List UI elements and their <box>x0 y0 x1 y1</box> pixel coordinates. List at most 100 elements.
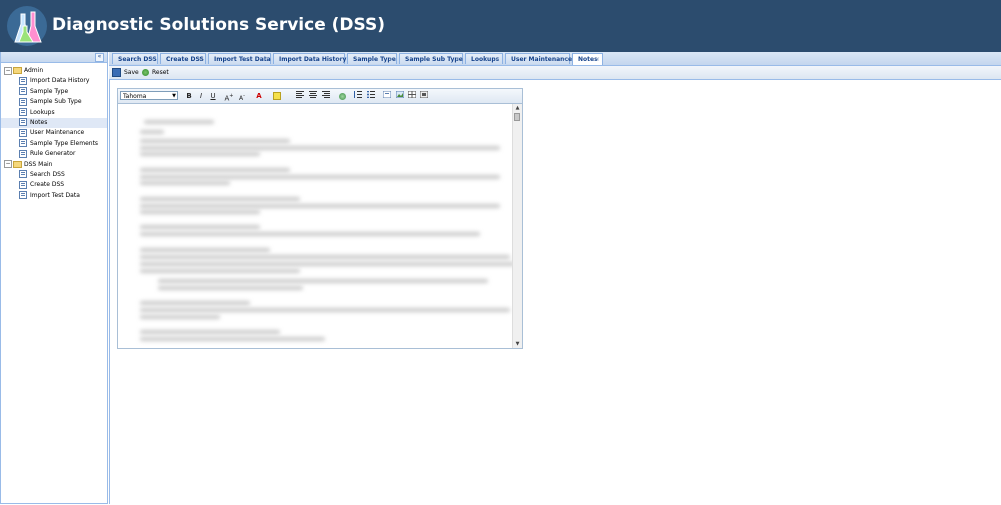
tab-user-maintenance[interactable]: User Maintenance × <box>505 53 572 65</box>
tree-item-sample-type-elements[interactable]: Sample Type Elements <box>1 139 107 149</box>
blurred-text-line <box>140 197 300 201</box>
tree-item-sample-sub-type[interactable]: Sample Sub Type <box>1 97 107 107</box>
blurred-text-line <box>140 152 260 156</box>
page-icon <box>19 97 27 106</box>
tab-import-test-data[interactable]: Import Test Data × <box>208 53 271 64</box>
tab-lookups[interactable]: Lookups × <box>465 53 503 64</box>
highlight-color-icon[interactable] <box>272 91 282 101</box>
tree-item-label: Import Test Data <box>30 191 80 199</box>
page-icon <box>19 149 27 158</box>
editor-content[interactable] <box>118 104 514 348</box>
save-button[interactable]: Save <box>112 68 139 77</box>
page-icon <box>19 87 27 96</box>
blurred-text-line <box>140 262 514 266</box>
tree-item-label: Lookups <box>30 108 55 116</box>
link-icon[interactable] <box>337 91 347 101</box>
tree-item-lookups[interactable]: Lookups <box>1 108 107 118</box>
blurred-text-line <box>140 330 280 334</box>
flask-logo-icon <box>7 6 47 46</box>
scroll-up-icon[interactable]: ▲ <box>513 104 522 112</box>
source-icon[interactable] <box>419 90 429 101</box>
blurred-text-line <box>144 120 214 124</box>
ordered-list-icon[interactable] <box>353 91 363 101</box>
folder-icon <box>13 67 22 74</box>
scroll-down-icon[interactable]: ▼ <box>513 340 522 348</box>
collapse-toggle-icon[interactable]: − <box>4 160 12 169</box>
close-tab-icon[interactable]: × <box>455 54 460 65</box>
align-left-icon[interactable] <box>295 91 305 101</box>
tree-item-rule-generator[interactable]: Rule Generator <box>1 149 107 159</box>
page-toolbar: Save Reset <box>109 66 1001 80</box>
grow-font-button[interactable]: A+ <box>224 91 234 102</box>
italic-button[interactable]: I <box>196 91 206 101</box>
tree-item-notes[interactable]: Notes <box>1 117 107 129</box>
close-tab-icon[interactable]: × <box>562 54 567 65</box>
tree-item-search-dss[interactable]: Search DSS <box>1 170 107 180</box>
blurred-text-line <box>140 204 500 208</box>
blurred-text-line <box>140 175 500 179</box>
blurred-text-line <box>158 279 488 283</box>
close-tab-icon[interactable]: × <box>198 54 203 65</box>
close-tab-icon[interactable]: × <box>495 54 500 65</box>
page-icon <box>19 191 27 200</box>
tab-sample-sub-type[interactable]: Sample Sub Type × <box>399 53 463 64</box>
blurred-text-line <box>140 255 510 259</box>
save-icon <box>112 68 121 77</box>
table-icon[interactable] <box>407 90 417 101</box>
tree-folder-label: DSS Main <box>24 160 53 168</box>
tree-item-import-test-data[interactable]: Import Test Data <box>1 191 107 201</box>
tree-item-import-data-history[interactable]: Import Data History <box>1 76 107 86</box>
reset-label: Reset <box>152 69 169 76</box>
tree-folder-admin[interactable]: − Admin <box>1 66 107 76</box>
collapse-sidebar-button[interactable]: « <box>95 53 104 62</box>
blurred-text-line <box>140 139 290 143</box>
tab-import-data-history[interactable]: Import Data History × <box>273 53 346 65</box>
app-header: Diagnostic Solutions Service (DSS) <box>0 0 1001 52</box>
tree-item-label: Sample Sub Type <box>30 98 82 106</box>
tree-item-label: Create DSS <box>30 181 65 189</box>
font-select[interactable]: Tahoma ▼ <box>120 91 178 100</box>
tree-item-sample-type[interactable]: Sample Type <box>1 87 107 97</box>
save-label: Save <box>124 69 139 76</box>
page-icon <box>19 108 27 117</box>
close-tab-icon[interactable]: × <box>337 54 342 65</box>
tab-sample-type[interactable]: Sample Type × <box>347 53 397 64</box>
align-center-icon[interactable] <box>308 91 318 101</box>
tree-item-user-maintenance[interactable]: User Maintenance <box>1 128 107 138</box>
tree-folder-dss-main[interactable]: − DSS Main <box>1 160 107 170</box>
tree-item-label: User Maintenance <box>30 129 85 137</box>
blurred-text-line <box>140 315 220 319</box>
editor-scrollbar[interactable]: ▲ ▼ <box>512 104 522 348</box>
close-tab-icon[interactable]: × <box>389 54 394 65</box>
tree-item-create-dss[interactable]: Create DSS <box>1 180 107 190</box>
tree-item-label: Search DSS <box>30 170 65 178</box>
tab-notes[interactable]: Notes × <box>572 53 603 65</box>
close-tab-icon[interactable]: × <box>595 54 600 65</box>
align-right-icon[interactable] <box>321 91 331 101</box>
sidebar: « − Admin Import Data History Sample Type… <box>0 52 108 504</box>
tree-folder-label: Admin <box>24 67 44 74</box>
close-tab-icon[interactable]: × <box>150 54 155 65</box>
blurred-text-line <box>140 168 290 172</box>
tab-create-dss[interactable]: Create DSS × <box>160 53 206 64</box>
folder-icon <box>13 160 22 168</box>
blurred-text-line <box>140 146 500 150</box>
blurred-text-line <box>140 225 260 229</box>
tree-item-label: Notes <box>30 118 48 126</box>
underline-button[interactable]: U <box>208 91 218 101</box>
tab-search-dss[interactable]: Search DSS × <box>112 53 158 64</box>
page-icon <box>19 139 27 148</box>
collapse-toggle-icon[interactable]: − <box>4 66 12 75</box>
unordered-list-icon[interactable] <box>366 90 376 101</box>
shrink-font-button[interactable]: A- <box>237 91 247 102</box>
font-color-button[interactable]: A <box>254 91 264 101</box>
bold-button[interactable]: B <box>184 91 194 101</box>
scroll-thumb[interactable] <box>514 113 520 121</box>
tree-item-label: Rule Generator <box>30 150 76 158</box>
indent-icon[interactable] <box>382 90 392 101</box>
image-icon[interactable] <box>395 90 405 101</box>
close-tab-icon[interactable]: × <box>263 54 268 65</box>
tab-bar: Search DSS × Create DSS × Import Test Data… <box>109 52 1001 66</box>
reset-button[interactable]: Reset <box>142 68 169 77</box>
app-title: Diagnostic Solutions Service (DSS) <box>52 15 386 35</box>
